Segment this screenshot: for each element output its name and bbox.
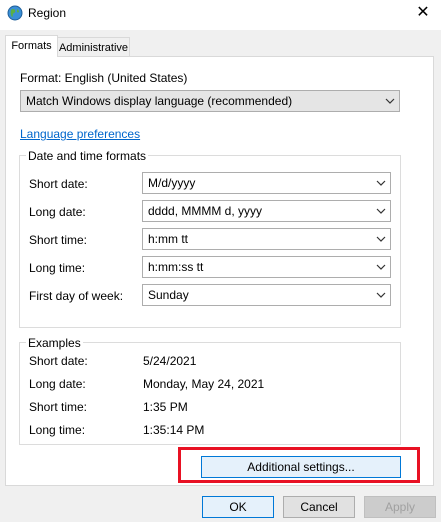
close-button[interactable]: ✕: [410, 2, 436, 24]
tab-formats[interactable]: Formats: [5, 35, 58, 57]
close-icon: ✕: [416, 4, 430, 21]
date-time-formats-title: Date and time formats: [26, 149, 149, 163]
long-date-value: dddd, MMMM d, yyyy: [148, 204, 263, 218]
example-short-time-value: 1:35 PM: [143, 400, 188, 414]
first-day-label: First day of week:: [29, 289, 124, 303]
language-preferences-link[interactable]: Language preferences: [20, 127, 140, 141]
short-time-value: h:mm tt: [148, 232, 189, 246]
short-time-select[interactable]: h:mm tt: [142, 228, 391, 250]
highlight-box: [178, 447, 420, 483]
example-short-date-label: Short date:: [29, 354, 88, 368]
chevron-down-icon: [376, 236, 386, 242]
example-long-time-label: Long time:: [29, 423, 86, 437]
chevron-down-icon: [376, 264, 386, 270]
window-title: Region: [28, 6, 67, 20]
chevron-down-icon: [376, 208, 386, 214]
first-day-value: Sunday: [148, 288, 189, 302]
ok-button[interactable]: OK: [202, 496, 274, 518]
chevron-down-icon: [376, 180, 386, 186]
title-bar: [0, 0, 441, 30]
example-long-date-label: Long date:: [29, 377, 86, 391]
long-time-value: h:mm:ss tt: [148, 260, 204, 274]
long-time-select[interactable]: h:mm:ss tt: [142, 256, 391, 278]
short-date-label: Short date:: [29, 177, 88, 191]
tab-administrative[interactable]: Administrative: [57, 37, 130, 57]
globe-icon: [7, 5, 23, 21]
format-select-value: Match Windows display language (recommen…: [26, 94, 293, 108]
example-long-date-value: Monday, May 24, 2021: [143, 377, 265, 391]
long-date-label: Long date:: [29, 205, 86, 219]
format-select[interactable]: Match Windows display language (recommen…: [20, 90, 400, 112]
apply-button[interactable]: Apply: [364, 496, 436, 518]
long-time-label: Long time:: [29, 261, 86, 275]
cancel-button[interactable]: Cancel: [283, 496, 355, 518]
example-long-time-value: 1:35:14 PM: [143, 423, 205, 437]
short-time-label: Short time:: [29, 233, 88, 247]
first-day-select[interactable]: Sunday: [142, 284, 391, 306]
example-short-time-label: Short time:: [29, 400, 88, 414]
examples-title: Examples: [26, 336, 83, 350]
short-date-value: M/d/yyyy: [148, 176, 196, 190]
chevron-down-icon: [376, 292, 386, 298]
long-date-select[interactable]: dddd, MMMM d, yyyy: [142, 200, 391, 222]
short-date-select[interactable]: M/d/yyyy: [142, 172, 391, 194]
format-label: Format: English (United States): [20, 71, 188, 85]
chevron-down-icon: [385, 98, 395, 104]
example-short-date-value: 5/24/2021: [143, 354, 197, 368]
